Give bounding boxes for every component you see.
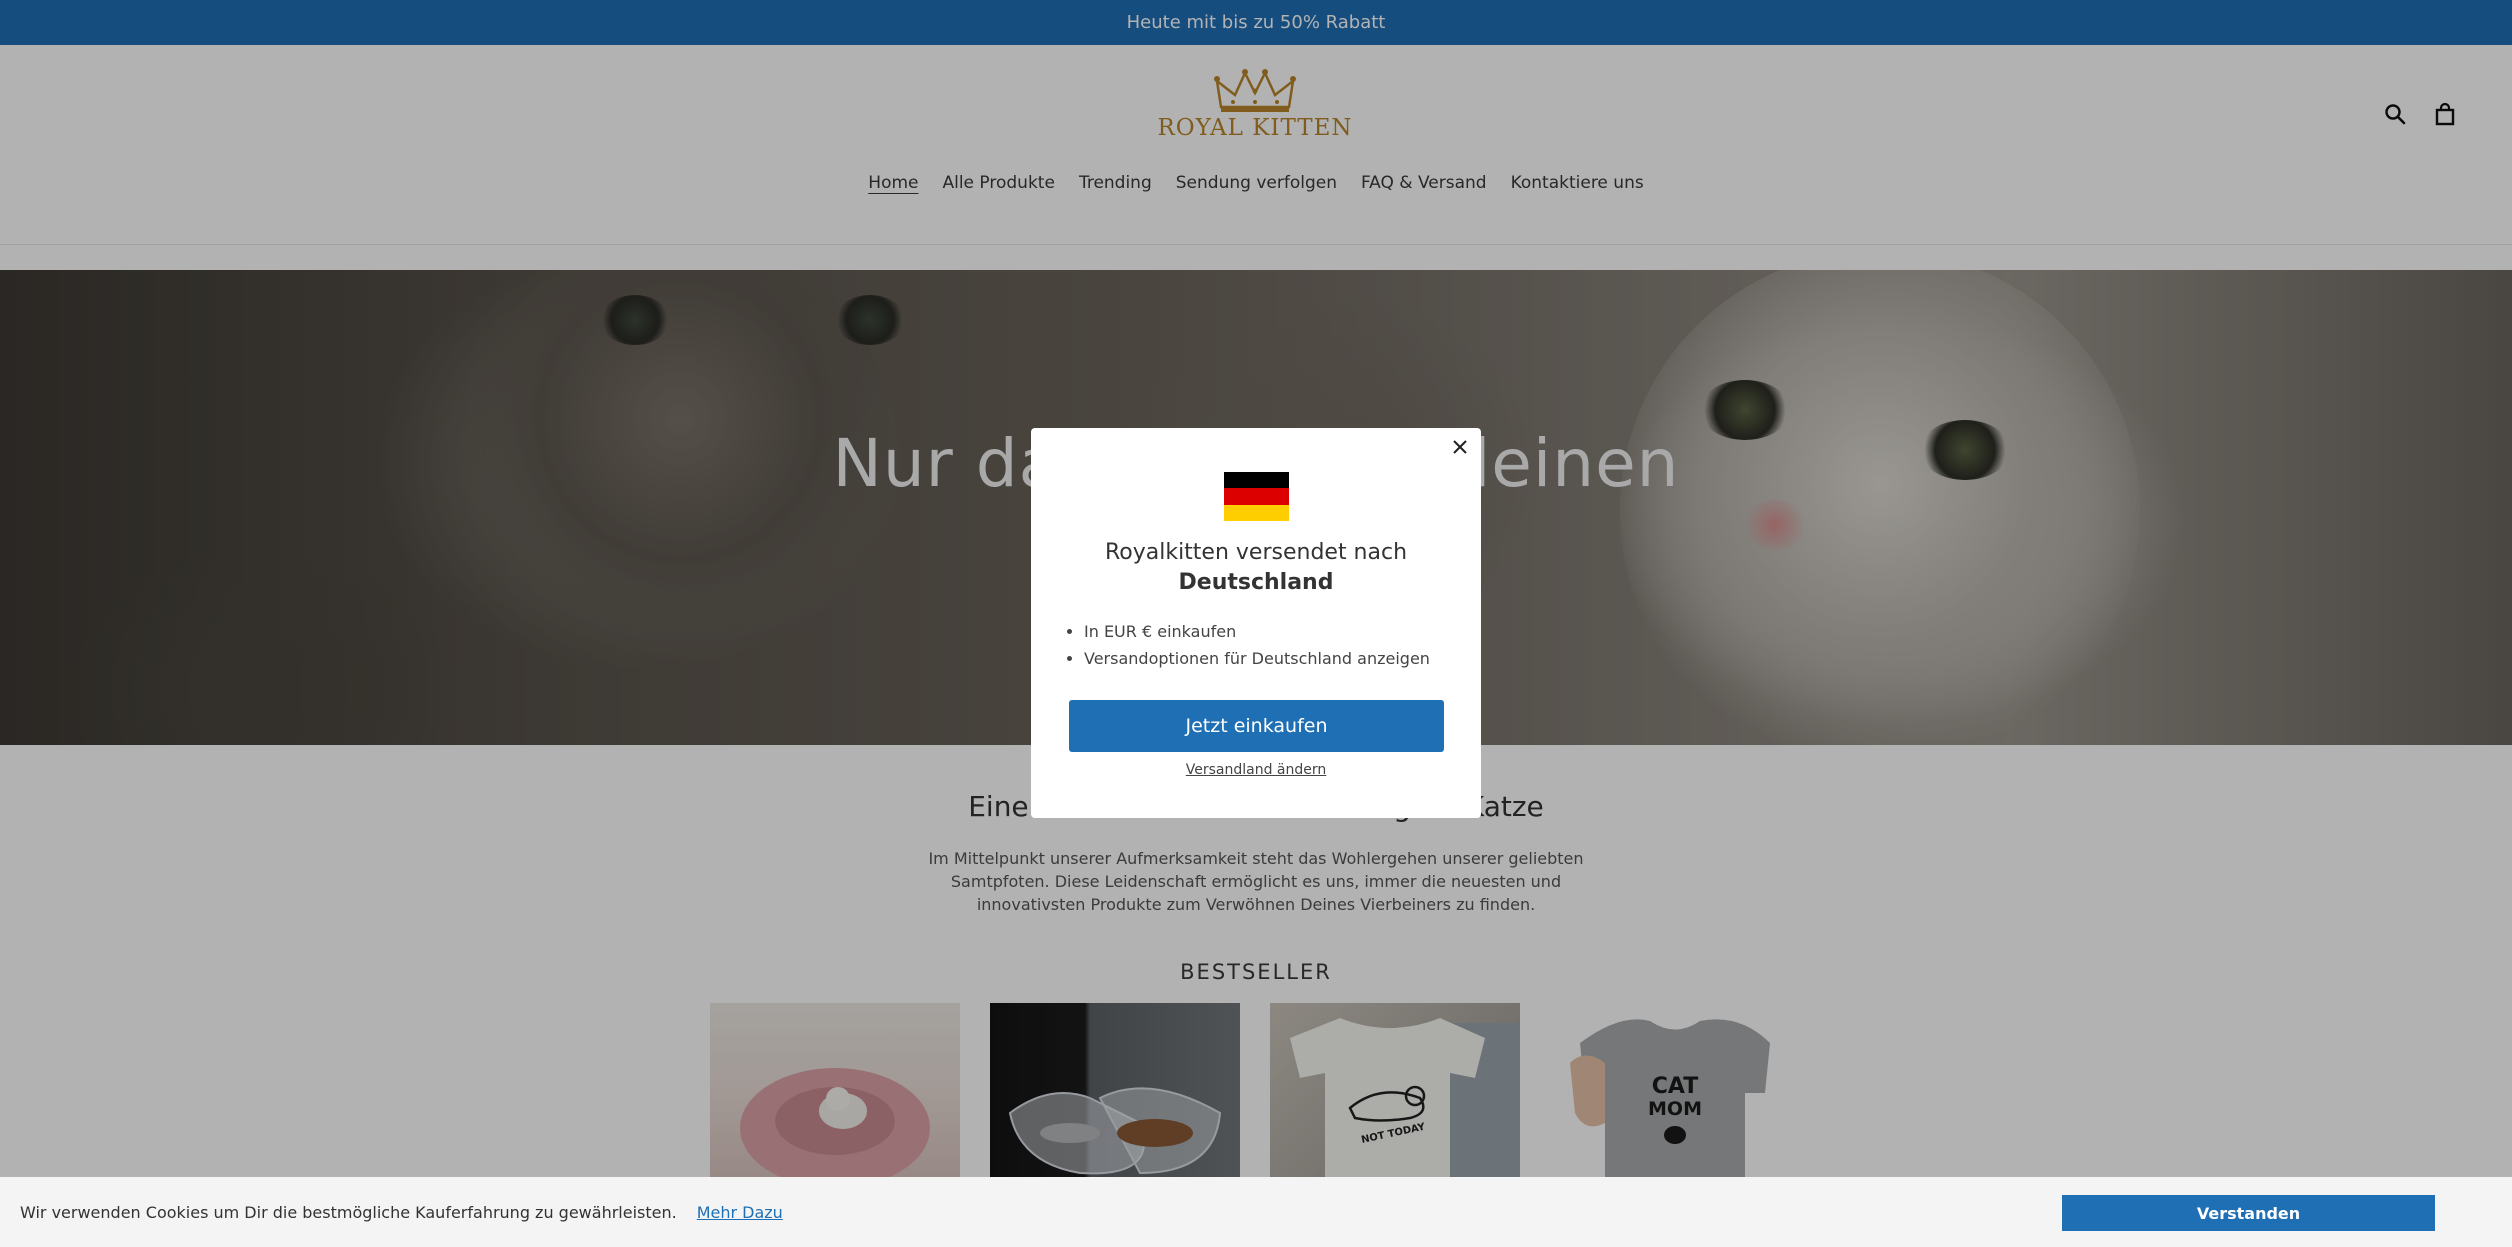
flag-stripe-gold — [1224, 504, 1289, 521]
modal-benefits-list: In EUR € einkaufen Versandoptionen für D… — [1084, 618, 1430, 672]
shipping-country-modal: Royalkitten versendet nach Deutschland I… — [1031, 428, 1481, 818]
modal-heading: Royalkitten versendet nach Deutschland — [1031, 538, 1481, 598]
shop-now-button[interactable]: Jetzt einkaufen — [1069, 700, 1444, 752]
cookie-more-link[interactable]: Mehr Dazu — [697, 1203, 783, 1222]
close-icon[interactable] — [1449, 436, 1471, 458]
germany-flag-icon — [1224, 472, 1289, 521]
cookie-banner: Wir verwenden Cookies um Dir die bestmög… — [0, 1177, 2512, 1247]
change-country-link[interactable]: Versandland ändern — [1031, 762, 1481, 778]
cookie-text: Wir verwenden Cookies um Dir die bestmög… — [20, 1202, 677, 1222]
benefit-item-currency: In EUR € einkaufen — [1084, 618, 1430, 645]
flag-stripe-black — [1224, 472, 1289, 489]
flag-stripe-red — [1224, 488, 1289, 505]
modal-heading-text: Royalkitten versendet nach — [1104, 540, 1408, 565]
cookie-accept-button[interactable]: Verstanden — [2062, 1195, 2435, 1231]
benefit-item-shipping: Versandoptionen für Deutschland anzeigen — [1084, 645, 1430, 672]
modal-heading-country: Deutschland — [1178, 570, 1334, 595]
